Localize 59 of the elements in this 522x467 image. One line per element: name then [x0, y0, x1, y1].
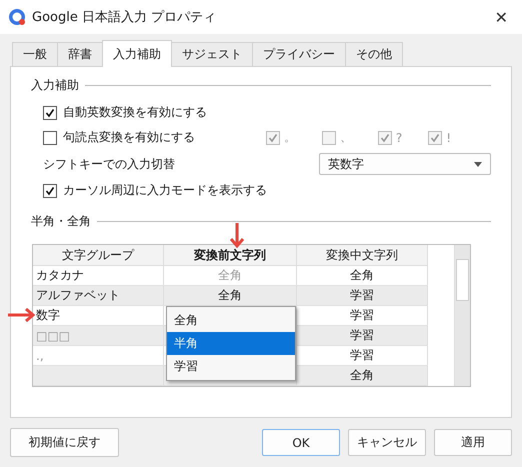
apply-button[interactable]: 適用: [434, 429, 512, 456]
tab[interactable]: 一般: [12, 42, 58, 66]
checkmark-icon: [45, 186, 55, 196]
table-cell: 学習: [297, 306, 428, 325]
checkmark-icon: [268, 132, 278, 142]
table-cell: カタカナ: [33, 266, 164, 285]
section-heading: 入力補助: [31, 77, 79, 94]
table-cell: 学習: [297, 346, 428, 365]
checkbox-label: !: [446, 130, 451, 144]
ok-button[interactable]: OK: [262, 429, 340, 456]
checkbox-label: ?: [396, 130, 402, 144]
checkbox[interactable]: [43, 106, 57, 120]
window-title: Google 日本語入力 プロパティ: [32, 9, 218, 26]
checkbox-label: 、: [340, 129, 352, 146]
tab[interactable]: プライバシー: [252, 42, 346, 66]
column-header[interactable]: 変換前文字列: [164, 245, 297, 265]
table-cell: □□□: [33, 326, 164, 345]
scrollbar[interactable]: [454, 245, 470, 386]
menu-item[interactable]: 半角: [167, 332, 295, 355]
checkbox[interactable]: [378, 130, 392, 144]
checkmark-icon: [430, 132, 440, 142]
checkbox-label: 自動英数変換を有効にする: [63, 104, 207, 121]
caret-icon: [474, 162, 482, 166]
table-cell: 学習: [297, 286, 428, 305]
tab[interactable]: その他: [345, 42, 403, 66]
table-cell: .,: [33, 346, 164, 365]
table-cell: 全角: [297, 366, 428, 385]
checkmark-icon: [45, 108, 55, 118]
menu-item[interactable]: 学習: [167, 355, 295, 378]
menu-item[interactable]: 全角: [167, 309, 295, 332]
checkbox-label: カーソル周辺に入力モードを表示する: [63, 182, 267, 199]
table-cell: アルファベット: [33, 286, 164, 305]
checkbox[interactable]: [266, 130, 280, 144]
checkbox-label: 句読点変換を有効にする: [63, 129, 195, 146]
right-arrow-icon: [8, 308, 36, 322]
down-arrow-icon: [230, 223, 244, 249]
checkbox[interactable]: [43, 130, 57, 144]
checkbox[interactable]: [428, 130, 442, 144]
checkbox-label: 。: [284, 129, 296, 146]
reset-button[interactable]: 初期値に戻す: [10, 428, 119, 457]
section-heading: 半角・全角: [31, 213, 91, 230]
tab[interactable]: 辞書: [57, 42, 103, 66]
cancel-button[interactable]: キャンセル: [348, 429, 426, 456]
table-cell: 全角: [164, 266, 297, 285]
table-cell: 全角: [297, 266, 428, 285]
column-header[interactable]: 変換中文字列: [297, 245, 428, 265]
app-logo-icon: [8, 8, 26, 26]
option-label: シフトキーでの入力切替: [43, 156, 175, 172]
tab[interactable]: サジェスト: [171, 42, 253, 66]
checkbox[interactable]: [322, 130, 336, 144]
table-cell: 全角: [164, 286, 297, 305]
table-cell: 学習: [297, 326, 428, 345]
column-header[interactable]: 文字グループ: [33, 245, 164, 265]
select-field[interactable]: 英数字: [319, 153, 491, 175]
checkmark-icon: [380, 132, 390, 142]
tab[interactable]: 入力補助: [102, 40, 172, 67]
table-cell: 数字: [33, 306, 164, 325]
close-button[interactable]: ✕: [488, 8, 514, 26]
checkbox[interactable]: [43, 184, 57, 198]
